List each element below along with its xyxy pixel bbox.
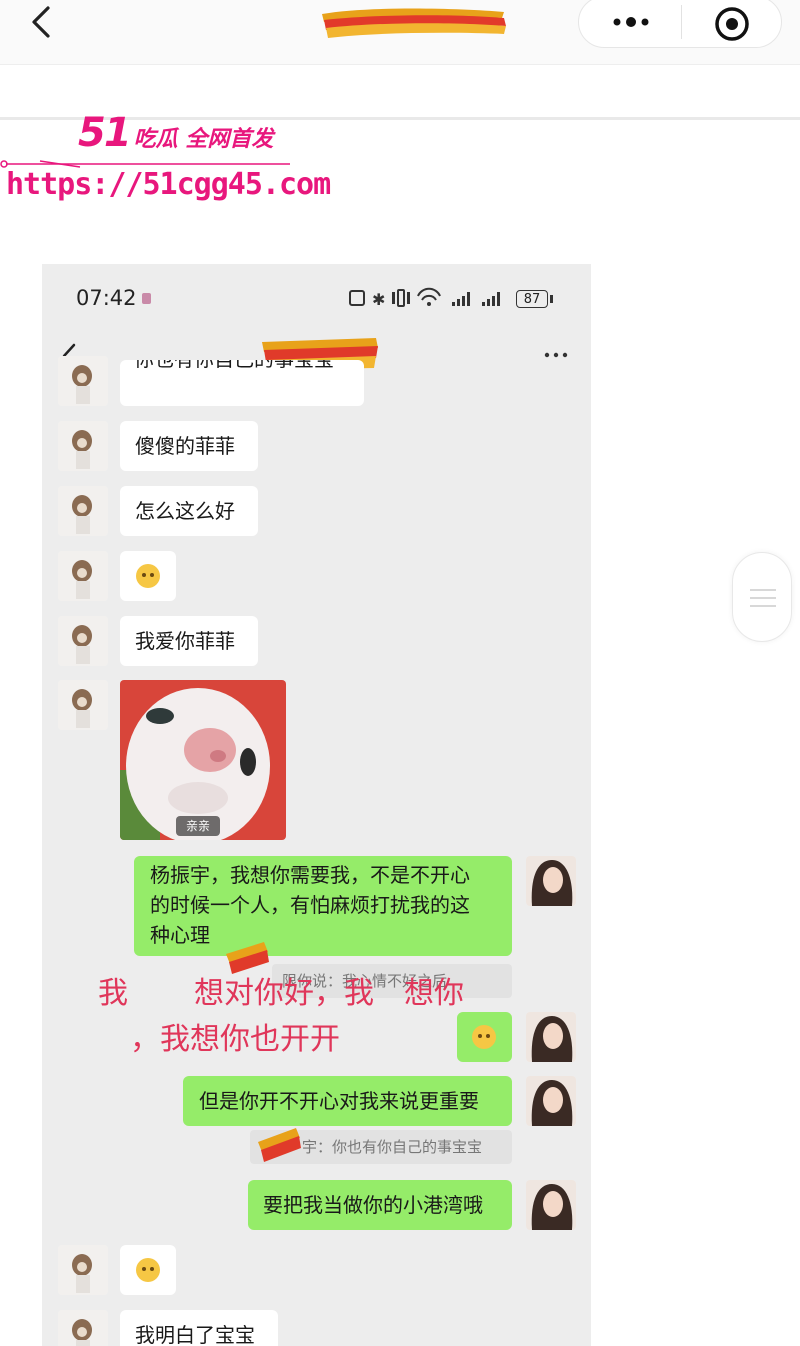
message-bubble-self[interactable]: 但是你开不开心对我来说更重要 [183, 1076, 512, 1126]
message-bubble-self[interactable]: 要把我当做你的小港湾哦 [248, 1180, 512, 1230]
dog-avatar-icon [58, 356, 108, 406]
back-arrow-icon[interactable] [28, 4, 56, 40]
message-text: 我爱你菲菲 [135, 629, 235, 653]
chat-screenshot: 07:42 ✱ 87 你也有你自己的事宝宝 傻傻的菲菲 怎么这么好 [42, 264, 591, 1346]
message-text-line: 的时候一个人，有怕麻烦打扰我的这 [150, 893, 470, 917]
cat-kiss-sticker[interactable]: 亲亲 [120, 680, 286, 840]
dog-avatar-icon [58, 421, 108, 471]
sad-face-emoji-icon [136, 564, 160, 588]
dog-avatar-icon [58, 1245, 108, 1295]
message-bubble[interactable]: 怎么这么好 [120, 486, 258, 536]
message-text: 但是你开不开心对我来说更重要 [199, 1089, 479, 1113]
battery-level: 87 [516, 290, 548, 308]
girl-avatar-icon [526, 1076, 576, 1126]
message-text-line: 种心理 [150, 923, 210, 947]
more-options-icon[interactable] [605, 5, 657, 39]
dog-avatar-icon [58, 616, 108, 666]
message-bubble[interactable]: 你也有你自己的事宝宝 [120, 360, 364, 406]
chat-more-icon[interactable] [544, 352, 568, 358]
close-target-icon[interactable] [712, 4, 752, 44]
emoji-bubble[interactable] [120, 551, 176, 601]
sad-face-emoji-icon [136, 1258, 160, 1282]
dog-avatar-icon [58, 551, 108, 601]
capsule-divider [681, 5, 682, 39]
message-text-line: 杨振宇，我想你需要我，不是不开心 [150, 863, 470, 887]
girl-avatar-icon [526, 1180, 576, 1230]
avatar-self[interactable] [526, 856, 576, 906]
avatar-self[interactable] [526, 1180, 576, 1230]
avatar-contact[interactable] [58, 616, 108, 666]
handle-line [750, 605, 776, 607]
dog-avatar-icon [58, 1310, 108, 1346]
emoji-bubble[interactable] [120, 1245, 176, 1295]
capsule-menu [578, 0, 782, 48]
emoji-bubble-self[interactable] [457, 1012, 512, 1062]
handle-line [750, 589, 776, 591]
avatar-self[interactable] [526, 1076, 576, 1126]
avatar-contact[interactable] [58, 356, 108, 406]
dog-avatar-icon [58, 680, 108, 730]
svg-text:✱: ✱ [372, 290, 385, 309]
watermark-brand: 51 吃瓜 全网首发 [78, 110, 273, 160]
message-bubble[interactable]: 我明白了宝宝 [120, 1310, 278, 1346]
notification-icon [142, 293, 151, 304]
message-text: 怎么这么好 [135, 499, 235, 523]
status-time: 07:42 [76, 286, 137, 310]
avatar-contact[interactable] [58, 486, 108, 536]
sticker-caption: 亲亲 [176, 816, 220, 836]
message-bubble[interactable]: 傻傻的菲菲 [120, 421, 258, 471]
redaction-mark [226, 942, 269, 974]
message-text: 傻傻的菲菲 [135, 434, 235, 458]
avatar-contact[interactable] [58, 421, 108, 471]
avatar-self[interactable] [526, 1012, 576, 1062]
crying-emoji-icon [472, 1025, 496, 1049]
message-bubble[interactable]: 我爱你菲菲 [120, 616, 258, 666]
watermark-slogan: 吃瓜 全网首发 [133, 127, 274, 152]
battery-tip [550, 295, 553, 303]
message-text: 你也有你自己的事宝宝 [134, 360, 350, 374]
watermark-number: 51 [78, 110, 132, 156]
title-redaction-mark [322, 8, 506, 38]
redaction-mark [258, 1128, 301, 1162]
girl-avatar-icon [526, 856, 576, 906]
avatar-contact[interactable] [58, 1310, 108, 1346]
message-bubble-self[interactable]: 杨振宇，我想你需要我，不是不开心 的时候一个人，有怕麻烦打扰我的这 种心理 [134, 856, 512, 956]
status-icons: ✱ [349, 287, 500, 309]
message-text: 我明白了宝宝 [135, 1323, 255, 1346]
avatar-contact[interactable] [58, 680, 108, 730]
dog-avatar-icon [58, 486, 108, 536]
avatar-contact[interactable] [58, 1245, 108, 1295]
message-text: 要把我当做你的小港湾哦 [263, 1193, 483, 1217]
side-scroll-handle[interactable] [732, 552, 792, 642]
avatar-contact[interactable] [58, 551, 108, 601]
overlay-annotation: 我 [98, 976, 128, 1011]
overlay-annotation: ，我想你也开开 [130, 1022, 340, 1057]
mini-program-header [0, 0, 800, 64]
handle-line [750, 597, 776, 599]
girl-avatar-icon [526, 1012, 576, 1062]
watermark-url: https://51cgg45.com [6, 167, 331, 202]
